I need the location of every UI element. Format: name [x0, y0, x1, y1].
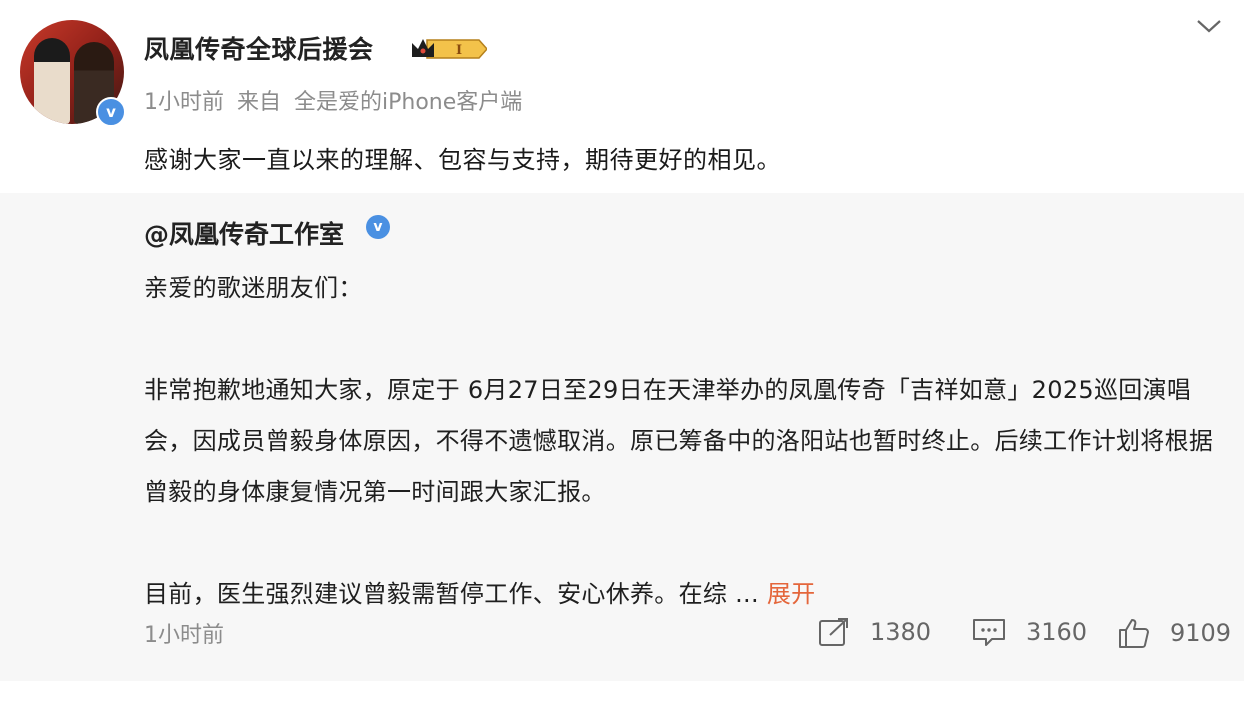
chevron-down-icon[interactable]: [1196, 18, 1222, 34]
repost-time: 1小时前: [144, 623, 224, 648]
avatar-person-left: [34, 38, 70, 124]
repost-text: 亲爱的歌迷朋友们： 非常抱歉地通知大家，原定于 6月27日至29日在天津举办的凤…: [144, 263, 1224, 620]
comment-button[interactable]: 3160: [972, 617, 1087, 647]
like-count: 9109: [1170, 619, 1232, 647]
verified-icon: v: [366, 215, 390, 239]
repost-last-line-text: 目前，医生强烈建议曾毅需暂停工作、安心休养。在综: [144, 580, 728, 608]
level-badge-text: I: [456, 43, 462, 58]
ellipsis: ...: [727, 580, 767, 608]
repost-paragraph: [144, 314, 1224, 365]
repost-last-line: 目前，医生强烈建议曾毅需暂停工作、安心休养。在综 ... 展开: [144, 569, 1224, 620]
like-button[interactable]: 9109: [1118, 617, 1231, 649]
post-source[interactable]: 全是爱的iPhone客户端: [294, 90, 522, 115]
post-time: 1小时前: [144, 90, 224, 115]
post-meta: 1小时前 来自 全是爱的iPhone客户端: [144, 84, 522, 116]
source-prefix: 来自: [237, 90, 282, 115]
repost-paragraph: [144, 518, 1224, 569]
share-icon: [819, 618, 848, 646]
post-username[interactable]: 凤凰传奇全球后援会: [144, 30, 374, 66]
expand-link[interactable]: 展开: [767, 580, 816, 608]
comment-icon: [973, 619, 1005, 646]
post-content: 感谢大家一直以来的理解、包容与支持，期待更好的相见。: [144, 146, 781, 174]
comment-count: 3160: [1026, 618, 1088, 646]
repost-username[interactable]: @凤凰传奇工作室: [144, 215, 344, 251]
like-icon: [1119, 619, 1149, 648]
verified-icon: v: [96, 97, 126, 127]
repost-button[interactable]: 1380: [818, 617, 931, 647]
repost-card[interactable]: @凤凰传奇工作室 v 亲爱的歌迷朋友们： 非常抱歉地通知大家，原定于 6月27日…: [0, 193, 1244, 681]
crown-level-icon[interactable]: I: [409, 35, 487, 63]
repost-paragraph: 亲爱的歌迷朋友们：: [144, 274, 363, 302]
repost-paragraph: 非常抱歉地通知大家，原定于 6月27日至29日在天津举办的凤凰传奇「吉祥如意」2…: [144, 376, 1214, 506]
repost-count: 1380: [870, 618, 932, 646]
